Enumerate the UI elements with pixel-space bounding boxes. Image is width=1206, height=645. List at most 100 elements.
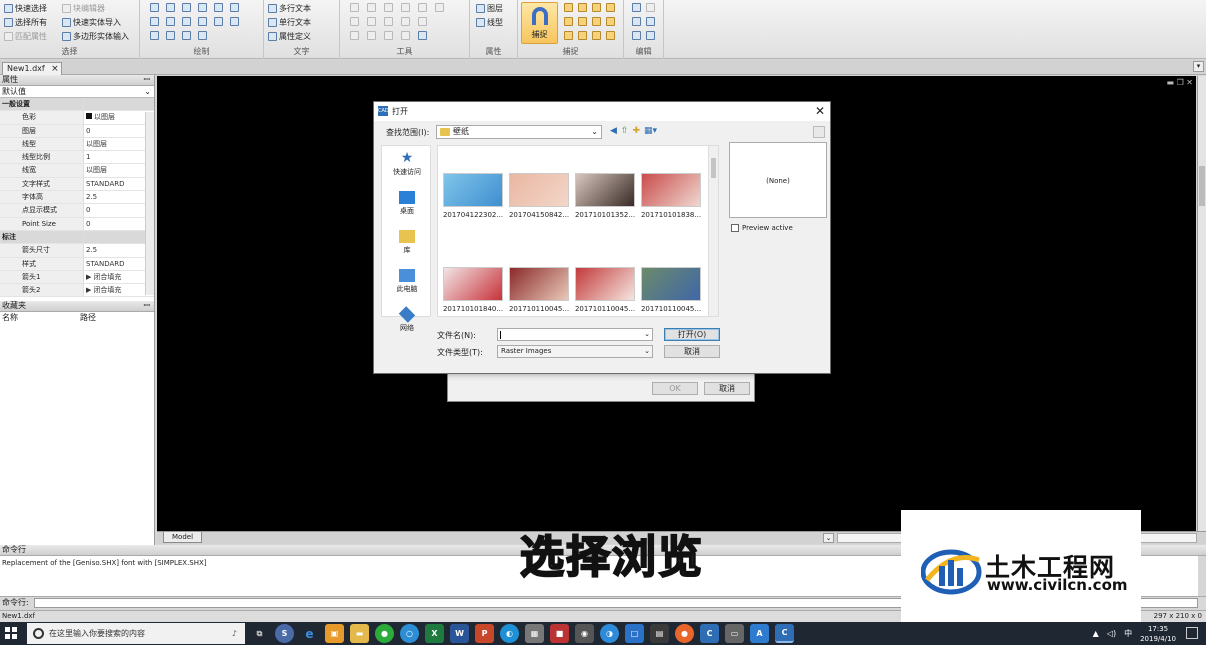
preview-active-checkbox[interactable] xyxy=(731,224,739,232)
file-list-scrollbar[interactable] xyxy=(708,146,718,316)
redo-icon[interactable] xyxy=(646,31,655,40)
snap-extension-icon[interactable] xyxy=(592,31,601,40)
app3-icon[interactable]: ◑ xyxy=(600,624,619,643)
property-value[interactable]: 以图层 xyxy=(84,138,154,150)
file-list[interactable]: 201704122302... 201704150842... 2017101013… xyxy=(437,145,719,317)
up-folder-icon[interactable]: ⇧ xyxy=(621,126,629,136)
scale-icon[interactable] xyxy=(384,17,393,26)
select-all-button[interactable]: 选择所有 xyxy=(4,17,47,28)
volume-icon[interactable]: ◁) xyxy=(1107,629,1116,638)
pen-icon[interactable] xyxy=(214,17,223,26)
point-icon[interactable] xyxy=(166,31,175,40)
property-value[interactable]: 1 xyxy=(84,151,154,163)
copy-icon[interactable] xyxy=(350,17,359,26)
properties-filter-select[interactable]: 默认值 ⌄ xyxy=(0,86,154,98)
pin-icon[interactable]: ꟷ xyxy=(143,75,150,85)
app4-icon[interactable]: □ xyxy=(625,624,644,643)
snap-node-icon[interactable] xyxy=(592,17,601,26)
app6-icon[interactable]: ▭ xyxy=(725,624,744,643)
mirror-icon[interactable] xyxy=(384,3,393,12)
rotate-icon[interactable] xyxy=(367,3,376,12)
close-icon[interactable]: × xyxy=(51,63,59,75)
property-value[interactable]: ▶ 闭合填充 xyxy=(84,284,154,296)
input-language[interactable]: 中 xyxy=(1124,628,1132,639)
array-icon[interactable] xyxy=(350,31,359,40)
table-icon[interactable] xyxy=(198,31,207,40)
property-row[interactable]: Point Size 0 xyxy=(0,217,154,231)
file-name[interactable]: 201710101838... xyxy=(639,211,703,219)
cad-taskbar-icon[interactable]: C xyxy=(700,624,719,643)
property-value[interactable] xyxy=(84,230,154,244)
excel-icon[interactable]: X xyxy=(425,624,444,643)
copy-clipboard-icon[interactable] xyxy=(632,3,641,12)
polygon-input-button[interactable]: 多边形实体输入 xyxy=(62,31,129,42)
file-name[interactable]: 201710110045... xyxy=(507,305,571,313)
back-icon[interactable]: ◀ xyxy=(610,126,617,136)
place-desktop[interactable]: 桌面 xyxy=(382,191,432,216)
browser-icon[interactable]: ○ xyxy=(400,624,419,643)
attdef-button[interactable]: 属性定义 xyxy=(268,31,311,42)
snap-center-icon[interactable] xyxy=(592,3,601,12)
snap-modes-row-2[interactable] xyxy=(564,17,615,26)
network-status-icon[interactable]: ▲ xyxy=(1093,629,1099,638)
clock[interactable]: 17:35 2019/4/10 xyxy=(1140,624,1176,644)
property-row[interactable]: 点显示模式 0 xyxy=(0,204,154,218)
powerpoint-icon[interactable]: P xyxy=(475,624,494,643)
group-icon[interactable] xyxy=(418,31,427,40)
vertical-scrollbar[interactable] xyxy=(1197,76,1206,531)
file-thumbnail[interactable] xyxy=(509,173,569,207)
edit-row-3[interactable] xyxy=(632,31,655,40)
property-value[interactable]: 2.5 xyxy=(84,244,154,256)
file-thumbnail[interactable] xyxy=(575,267,635,301)
arc-icon[interactable] xyxy=(150,31,159,40)
viewport-controls[interactable]: ▬ ❐ ✕ xyxy=(1166,78,1193,87)
app2-icon[interactable]: ◉ xyxy=(575,624,594,643)
close-icon[interactable]: ✕ xyxy=(815,102,825,121)
model-tab[interactable]: Model xyxy=(163,532,203,543)
explode-icon[interactable] xyxy=(401,31,410,40)
trim-icon[interactable] xyxy=(401,3,410,12)
chevron-down-icon[interactable]: ⌄ xyxy=(823,533,834,543)
scrollbar-thumb[interactable] xyxy=(711,158,716,178)
task-view-icon[interactable]: ⧉ xyxy=(250,624,269,643)
file-thumbnail[interactable] xyxy=(575,173,635,207)
property-row[interactable]: 色彩 以图层 xyxy=(0,111,154,125)
snap-intersection-icon[interactable] xyxy=(564,17,573,26)
tools-row-3[interactable] xyxy=(350,31,427,40)
snap-perpendicular-icon[interactable] xyxy=(578,3,587,12)
edit-row-2[interactable] xyxy=(632,17,655,26)
mtext-button[interactable]: 多行文本 xyxy=(268,3,311,14)
file-name[interactable]: 201704122302... xyxy=(441,211,505,219)
cut-icon[interactable] xyxy=(646,3,655,12)
line-icon[interactable] xyxy=(150,3,159,12)
property-value[interactable]: 0 xyxy=(84,125,154,137)
offset-icon[interactable] xyxy=(418,17,427,26)
snap-button[interactable]: 捕捉 xyxy=(521,2,558,44)
word-icon[interactable]: W xyxy=(450,624,469,643)
property-row[interactable]: 线型 以图层 xyxy=(0,137,154,152)
place-library[interactable]: 库 xyxy=(382,230,432,255)
property-category[interactable]: 一般设置 xyxy=(0,98,154,112)
property-row[interactable]: 箭头2 ▶ 闭合填充 xyxy=(0,284,154,298)
fillet-icon[interactable] xyxy=(367,31,376,40)
chevron-down-icon[interactable]: ▾ xyxy=(1193,61,1204,72)
file-name[interactable]: 201704150842... xyxy=(507,211,571,219)
snap-modes-row-1[interactable] xyxy=(564,3,615,12)
image-icon[interactable] xyxy=(230,17,239,26)
circle-icon[interactable] xyxy=(150,17,159,26)
property-value[interactable]: 0 xyxy=(84,218,154,230)
filetype-select[interactable]: Raster Images ⌄ xyxy=(497,345,653,358)
link-icon[interactable] xyxy=(435,3,444,12)
place-this-pc[interactable]: 此电脑 xyxy=(382,269,432,294)
snap-tangent-icon[interactable] xyxy=(606,3,615,12)
property-value[interactable]: ▶ 闭合填充 xyxy=(84,271,154,283)
edge-icon[interactable]: e xyxy=(300,624,319,643)
view-menu-icon[interactable]: ▦▾ xyxy=(644,126,657,136)
windows-start-icon[interactable] xyxy=(5,627,17,639)
spline-icon[interactable] xyxy=(198,3,207,12)
property-value[interactable]: 2.5 xyxy=(84,191,154,203)
chamfer-icon[interactable] xyxy=(384,31,393,40)
draw-tools-row-3[interactable] xyxy=(150,31,207,40)
paste-special-icon[interactable] xyxy=(646,17,655,26)
document-tab[interactable]: New1.dxf × xyxy=(2,62,62,75)
